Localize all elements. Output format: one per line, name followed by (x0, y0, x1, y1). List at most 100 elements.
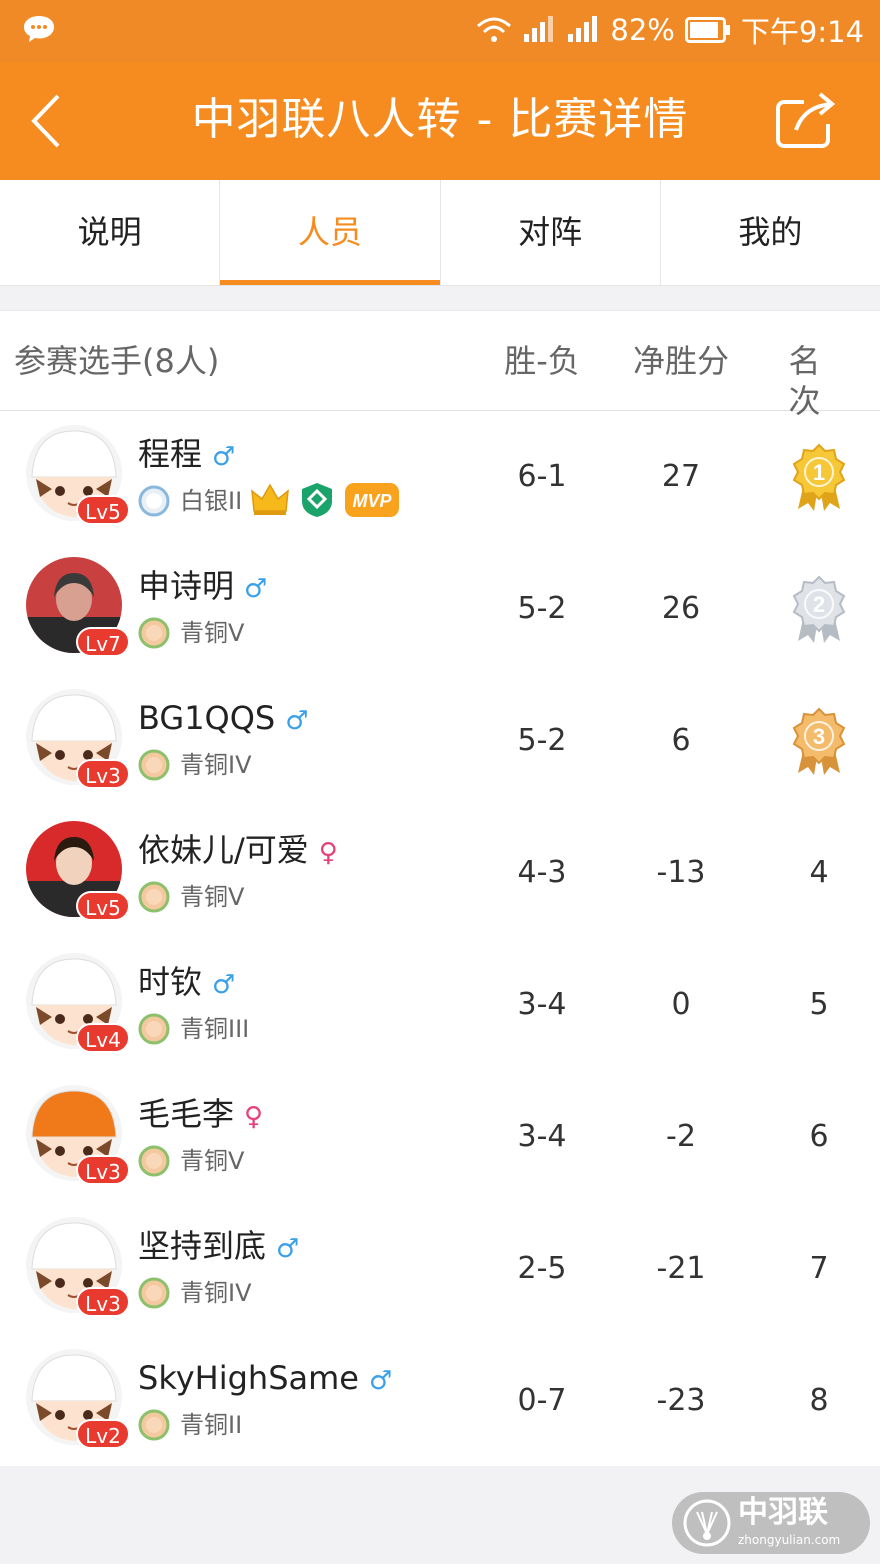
svg-text:2: 2 (813, 592, 825, 617)
rank-value: 6 (809, 1119, 829, 1154)
bronze-medal-icon: 3 (790, 707, 848, 777)
female-icon: ♀ (244, 1102, 264, 1132)
tier-badge-icon (138, 1409, 170, 1441)
table-row[interactable]: Lv5 依妹儿/可爱 ♀ 青铜V 4-3 -13 4 (0, 807, 880, 939)
win-loss-value: 5-2 (517, 723, 567, 758)
shuttlecock-icon (682, 1498, 732, 1548)
net-points-value: -13 (656, 855, 706, 890)
crown-icon (250, 483, 290, 521)
watermark-text: 中羽联 (738, 1495, 828, 1530)
share-icon[interactable] (774, 90, 840, 152)
win-loss-value: 6-1 (517, 459, 567, 494)
player-name: 坚持到底 (138, 1227, 267, 1265)
tier-label: 青铜V (180, 1147, 245, 1175)
tier-badge-icon (138, 1277, 170, 1309)
mvp-text: MVP (352, 491, 392, 511)
svg-text:1: 1 (813, 460, 825, 485)
tier-badge-icon (138, 749, 170, 781)
net-points-value: 0 (671, 987, 691, 1022)
tier-badge-icon (138, 881, 170, 913)
level-badge: Lv4 (76, 1023, 130, 1053)
nav-bar: 中羽联八人转 - 比赛详情 (0, 62, 880, 180)
table-row[interactable]: Lv3 坚持到底 ♂ 青铜IV 2-5 -21 7 (0, 1203, 880, 1335)
tier-badge-icon (138, 1145, 170, 1177)
player-name: 申诗明 (138, 567, 235, 605)
net-points-value: -23 (656, 1383, 706, 1418)
signal-icon (522, 16, 556, 44)
level-badge: Lv7 (76, 627, 130, 657)
male-icon: ♂ (212, 970, 236, 1000)
header-rank: 名次 (788, 342, 821, 420)
win-loss-value: 3-4 (517, 987, 567, 1022)
mvp-badge: MVP (344, 482, 400, 522)
player-name-line: 程程 ♂ (138, 433, 235, 478)
battery-text: 82% (610, 13, 675, 47)
wifi-icon (476, 16, 512, 44)
tab-description[interactable]: 说明 (0, 180, 221, 285)
male-icon: ♂ (285, 706, 309, 736)
win-loss-value: 0-7 (517, 1383, 567, 1418)
clock: 下午9:14 (740, 15, 864, 49)
tier-badge-icon (138, 485, 170, 517)
player-name-line: 坚持到底 ♂ (138, 1225, 299, 1270)
net-points-value: 26 (661, 591, 701, 626)
player-name-line: 申诗明 ♂ (138, 565, 267, 610)
tier-badge-icon (138, 1013, 170, 1045)
watermark-logo: 中羽联 zhongyulian.com (672, 1492, 870, 1554)
rank-value: 4 (809, 855, 829, 890)
male-icon: ♂ (368, 1366, 393, 1396)
header-net-points: 净胜分 (632, 342, 730, 380)
tab-matchups[interactable]: 对阵 (441, 180, 661, 285)
rank-value: 5 (809, 987, 829, 1022)
header-win-loss: 胜-负 (504, 342, 580, 380)
player-name: 毛毛李 (138, 1095, 235, 1133)
shield-icon (298, 481, 336, 523)
table-row[interactable]: Lv4 时钦 ♂ 青铜III 3-4 0 5 (0, 939, 880, 1071)
status-bar: 82% 下午9:14 (0, 0, 880, 62)
page-title: 中羽联八人转 - 比赛详情 (191, 94, 689, 145)
level-badge: Lv5 (76, 495, 130, 525)
net-points-value: 27 (661, 459, 701, 494)
tab-mine[interactable]: 我的 (661, 180, 880, 285)
header-players: 参赛选手(8人) (14, 342, 220, 380)
female-icon: ♀ (318, 838, 338, 868)
achievement-badges: MVP (250, 481, 400, 523)
tab-players[interactable]: 人员 (220, 180, 441, 285)
male-icon: ♂ (244, 574, 268, 604)
level-badge: Lv3 (76, 1287, 130, 1317)
table-row[interactable]: Lv3 BG1QQS ♂ 青铜IV 5-2 6 3 (0, 675, 880, 807)
male-icon: ♂ (212, 442, 236, 472)
table-row[interactable]: Lv5 程程 ♂ 白银II MVP 6-1 27 1 (0, 411, 880, 543)
table-header: 参赛选手(8人) 胜-负 净胜分 名次 (0, 311, 880, 420)
tier-label: 青铜IV (180, 1279, 252, 1307)
male-icon: ♂ (276, 1234, 300, 1264)
player-name-line: 时钦 ♂ (138, 961, 235, 1006)
tier-label: 青铜III (180, 1015, 250, 1043)
watermark-url: zhongyulian.com (738, 1533, 841, 1547)
message-icon (22, 14, 56, 44)
table-row[interactable]: Lv3 毛毛李 ♀ 青铜V 3-4 -2 6 (0, 1071, 880, 1203)
win-loss-value: 2-5 (517, 1251, 567, 1286)
back-arrow-icon[interactable] (26, 90, 76, 152)
level-badge: Lv3 (76, 1155, 130, 1185)
win-loss-value: 5-2 (517, 591, 567, 626)
tier-label: 青铜II (180, 1411, 243, 1439)
win-loss-value: 4-3 (517, 855, 567, 890)
level-badge: Lv2 (76, 1419, 130, 1449)
table-row[interactable]: Lv2 SkyHighSame ♂ 青铜II 0-7 -23 8 (0, 1335, 880, 1467)
tier-label: 白银II (180, 487, 243, 515)
players-table: 参赛选手(8人) 胜-负 净胜分 名次 Lv5 程程 ♂ 白银II MVP 6-1 27 1 L… (0, 310, 880, 1466)
net-points-value: 6 (671, 723, 691, 758)
rank-value: 8 (809, 1383, 829, 1418)
net-points-value: -2 (666, 1119, 696, 1154)
player-name-line: SkyHighSame ♂ (138, 1357, 392, 1402)
player-name: 依妹儿/可爱 (138, 831, 309, 869)
player-name-line: 依妹儿/可爱 ♀ (138, 829, 338, 874)
rank-value: 7 (809, 1251, 829, 1286)
level-badge: Lv3 (76, 759, 130, 789)
player-name-line: BG1QQS ♂ (138, 697, 309, 742)
player-name: 时钦 (138, 963, 203, 1001)
battery-icon (684, 17, 731, 43)
table-row[interactable]: Lv7 申诗明 ♂ 青铜V 5-2 26 2 (0, 543, 880, 675)
player-name: 程程 (138, 435, 203, 473)
